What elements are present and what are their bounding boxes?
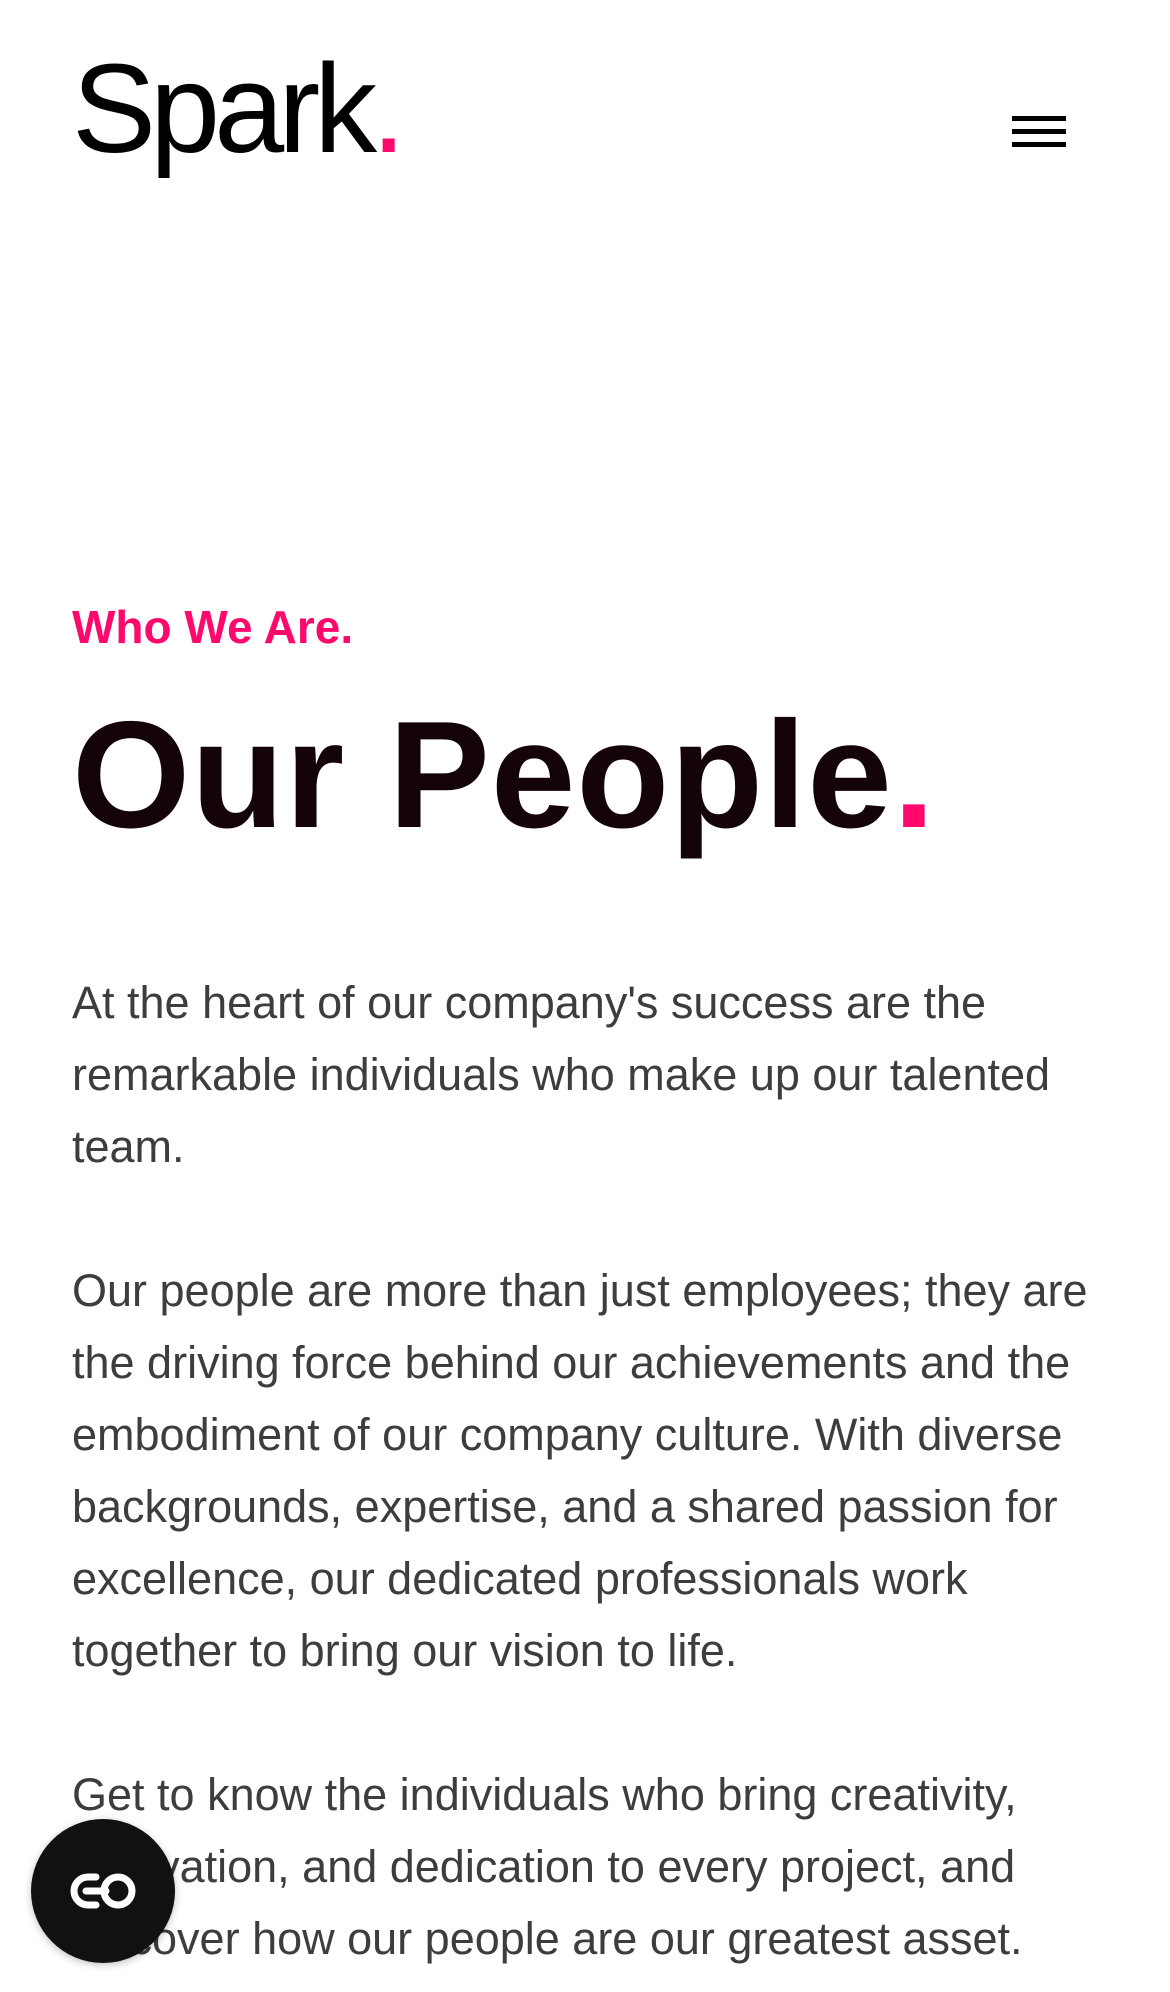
page-title: Our People. xyxy=(72,699,1102,851)
chat-widget-icon xyxy=(70,1873,136,1909)
chat-widget-button[interactable] xyxy=(31,1819,175,1963)
section-eyebrow: Who We Are. xyxy=(72,601,354,653)
main-content: Who We Are. Our People. At the heart of … xyxy=(72,600,1102,1975)
meet-team-paragraph: Get to know the individuals who bring cr… xyxy=(72,1769,1023,1965)
intro-paragraph: At the heart of our company's success ar… xyxy=(72,977,1051,1173)
hamburger-menu-icon[interactable] xyxy=(1004,108,1070,154)
site-logo[interactable]: Spark. xyxy=(72,46,406,172)
logo-dot: . xyxy=(371,38,406,179)
menu-line xyxy=(1012,142,1066,147)
page-title-dot: . xyxy=(892,690,937,861)
site-header: Spark. xyxy=(0,0,1170,240)
menu-line xyxy=(1012,116,1066,121)
logo-text: Spark xyxy=(72,38,377,179)
menu-line xyxy=(1012,129,1066,134)
page-title-text: Our People xyxy=(72,690,893,861)
culture-paragraph: Our people are more than just employees;… xyxy=(72,1265,1088,1677)
